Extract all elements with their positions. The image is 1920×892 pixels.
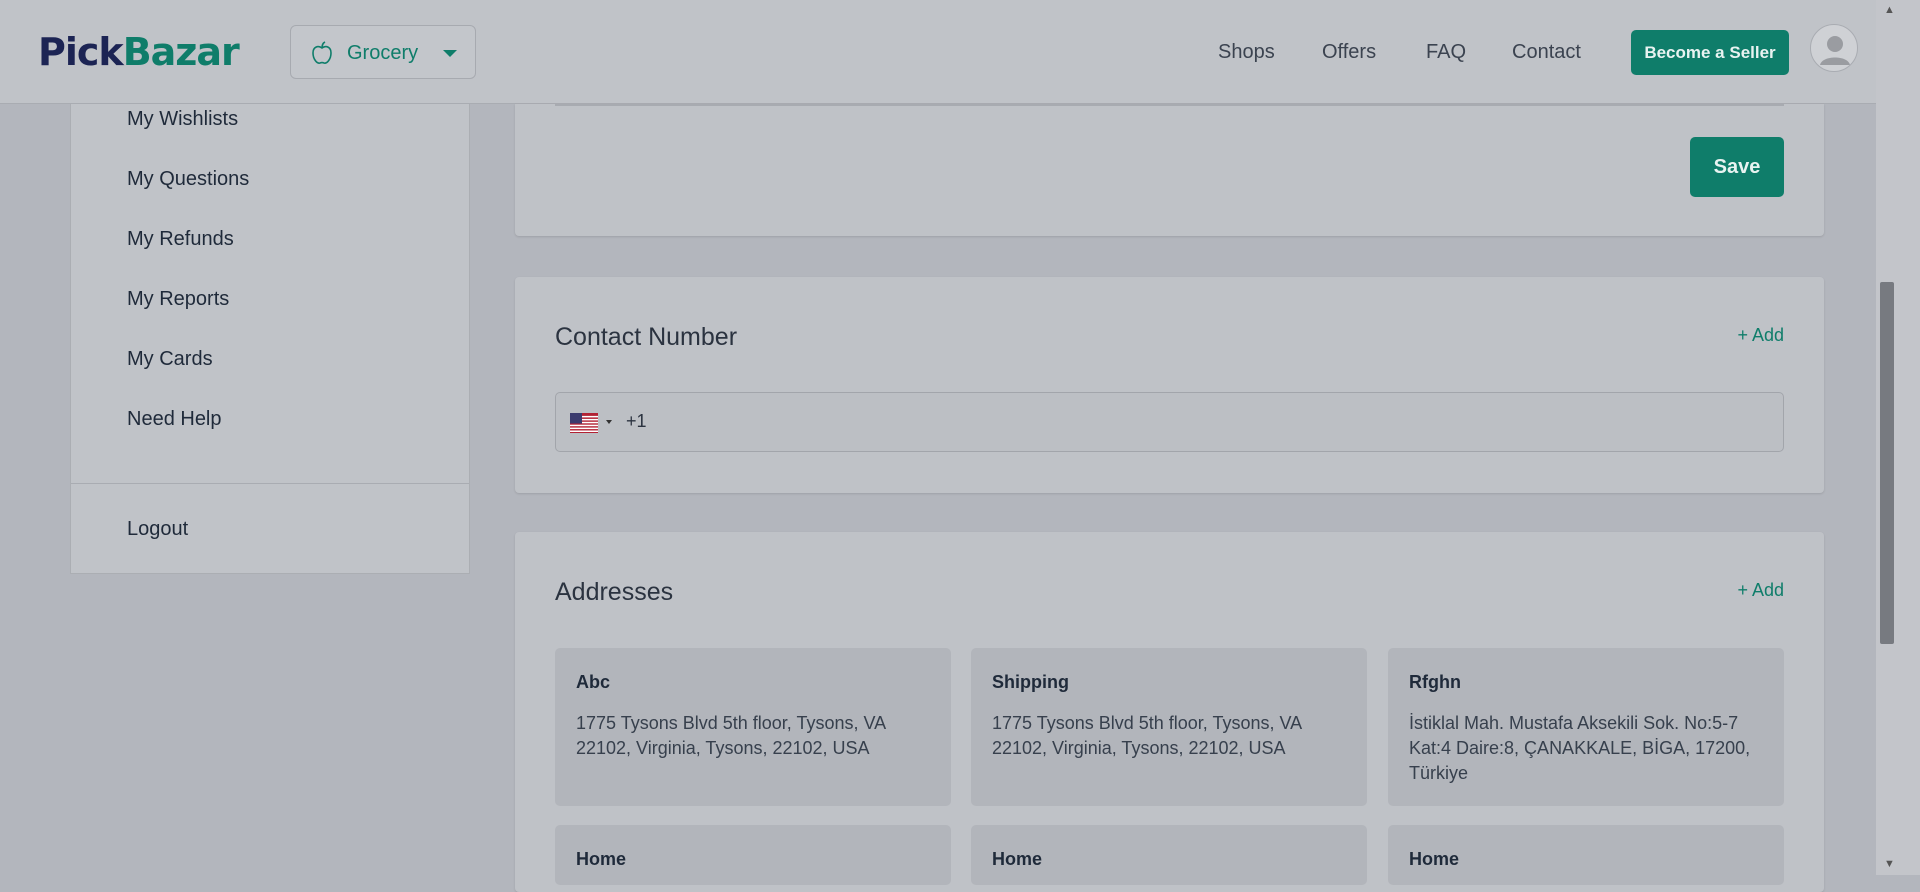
address-title: Home — [1409, 849, 1460, 869]
page-scrollbar[interactable]: ▲ ▼ — [1876, 0, 1920, 875]
sidebar-item-wishlists[interactable]: My Wishlists — [127, 108, 238, 131]
address-tile[interactable]: Home — [1388, 825, 1784, 885]
contact-number-card: Contact Number + Add +1 — [515, 277, 1824, 493]
save-button[interactable]: Save — [1690, 137, 1784, 197]
us-flag-icon[interactable] — [570, 413, 598, 438]
sidebar-item-questions[interactable]: My Questions — [127, 168, 249, 191]
addresses-title: Addresses — [555, 578, 674, 606]
chevron-down-icon — [443, 50, 457, 57]
scroll-up-arrow-icon[interactable]: ▲ — [1884, 4, 1895, 16]
category-dropdown[interactable]: Grocery — [290, 25, 476, 79]
addresses-card: Addresses + Add Abc 1775 Tysons Blvd 5th… — [515, 532, 1824, 892]
bio-field-bottom-edge[interactable] — [555, 104, 1784, 106]
address-title: Abc — [576, 672, 611, 692]
address-text: İstiklal Mah. Mustafa Aksekili Sok. No:5… — [1409, 713, 1751, 783]
phone-input[interactable]: +1 — [555, 392, 1784, 452]
sidebar-item-cards[interactable]: My Cards — [127, 348, 213, 371]
become-seller-button[interactable]: Become a Seller — [1631, 30, 1789, 75]
sidebar-item-logout[interactable]: Logout — [127, 518, 188, 541]
sidebar-item-refunds[interactable]: My Refunds — [127, 228, 234, 251]
add-address-button[interactable]: + Add — [1737, 580, 1784, 601]
address-title: Rfghn — [1409, 672, 1461, 692]
address-text: 1775 Tysons Blvd 5th floor, Tysons, VA 2… — [576, 713, 886, 758]
nav-contact[interactable]: Contact — [1512, 41, 1581, 64]
address-text: 1775 Tysons Blvd 5th floor, Tysons, VA 2… — [992, 713, 1302, 758]
address-title: Shipping — [992, 672, 1069, 692]
country-caret-icon[interactable] — [606, 420, 612, 424]
address-title: Home — [992, 849, 1043, 869]
address-tile[interactable]: Rfghn İstiklal Mah. Mustafa Aksekili Sok… — [1388, 648, 1784, 806]
address-title: Home — [576, 849, 627, 869]
pickbazar-logo[interactable]: PickBazar — [38, 28, 240, 76]
user-icon — [1820, 36, 1850, 65]
address-tile[interactable]: Home — [555, 825, 951, 885]
country-dial-code: +1 — [626, 411, 647, 431]
sidebar-item-reports[interactable]: My Reports — [127, 288, 229, 311]
profile-card: Save — [515, 104, 1824, 236]
address-tile[interactable]: Abc 1775 Tysons Blvd 5th floor, Tysons, … — [555, 648, 951, 806]
avatar[interactable] — [1810, 24, 1858, 72]
address-tile[interactable]: Shipping 1775 Tysons Blvd 5th floor, Tys… — [971, 648, 1367, 806]
address-tile[interactable]: Home — [971, 825, 1367, 885]
contact-number-title: Contact Number — [555, 323, 738, 351]
nav-offers[interactable]: Offers — [1322, 41, 1376, 64]
apple-icon — [311, 41, 333, 70]
scroll-thumb[interactable] — [1880, 282, 1894, 644]
category-label: Grocery — [347, 42, 419, 64]
sidebar-item-need-help[interactable]: Need Help — [127, 408, 222, 431]
add-contact-button[interactable]: + Add — [1737, 325, 1784, 346]
nav-shops[interactable]: Shops — [1218, 41, 1275, 64]
scroll-down-arrow-icon[interactable]: ▼ — [1884, 858, 1895, 870]
sidebar-divider — [71, 483, 469, 484]
nav-faq[interactable]: FAQ — [1426, 41, 1466, 64]
account-sidebar: My Wishlists My Questions My Refunds My … — [70, 104, 470, 574]
site-header: PickBazar Grocery Shops Offers FAQ Conta… — [0, 0, 1876, 104]
